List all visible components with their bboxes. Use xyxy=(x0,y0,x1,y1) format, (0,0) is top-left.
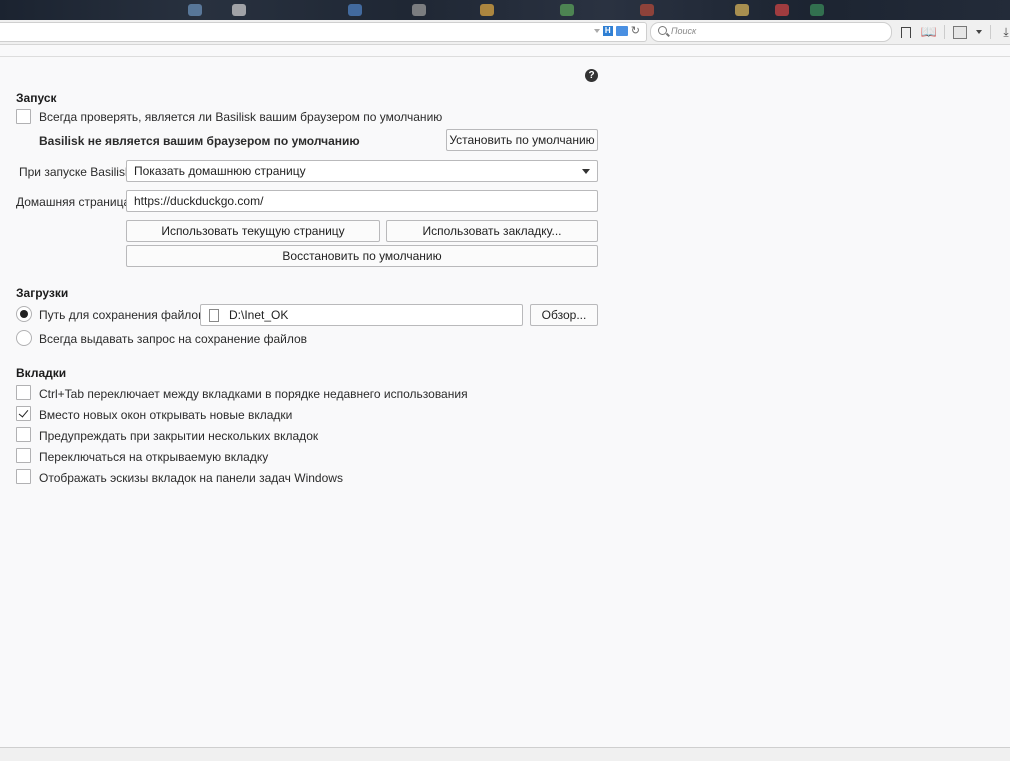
app-icon xyxy=(735,4,749,16)
download-folder-field[interactable]: D:\Inet_OK xyxy=(200,304,523,326)
switch-to-tab-checkbox[interactable] xyxy=(16,448,31,463)
toolbar-separator xyxy=(990,25,991,39)
check-default-browser-label[interactable]: Всегда проверять, является ли Basilisk в… xyxy=(39,110,442,124)
url-dropdown-icon[interactable] xyxy=(593,29,600,33)
help-icon[interactable]: ? xyxy=(585,69,598,82)
chevron-down-icon xyxy=(582,169,590,174)
tabs-section-title: Вкладки xyxy=(16,366,67,380)
app-icon xyxy=(640,4,654,16)
app-icon xyxy=(560,4,574,16)
search-icon xyxy=(658,26,667,35)
always-ask-label[interactable]: Всегда выдавать запрос на сохранение фай… xyxy=(39,332,307,346)
set-default-button[interactable]: Установить по умолчанию xyxy=(446,129,598,151)
toolbar-separator xyxy=(944,25,945,39)
open-new-tabs-checkbox[interactable] xyxy=(16,406,31,421)
on-startup-select[interactable]: Показать домашнюю страницу xyxy=(126,160,598,182)
check-default-browser-checkbox[interactable] xyxy=(16,109,31,124)
status-bar xyxy=(0,748,1010,761)
save-path-label[interactable]: Путь для сохранения файлов xyxy=(39,308,204,322)
app-icon xyxy=(232,4,246,16)
open-new-tabs-label[interactable]: Вместо новых окон открывать новые вкладк… xyxy=(39,408,292,422)
default-browser-status: Basilisk не является вашим браузером по … xyxy=(39,134,360,148)
switch-to-tab-label[interactable]: Переключаться на открываемую вкладку xyxy=(39,450,268,464)
app-icon xyxy=(412,4,426,16)
ctrl-tab-label[interactable]: Ctrl+Tab переключает между вкладками в п… xyxy=(39,387,468,401)
app-icon xyxy=(810,4,824,16)
warn-close-tabs-checkbox[interactable] xyxy=(16,427,31,442)
on-startup-label: При запуске Basilisk: xyxy=(19,165,135,179)
browse-button[interactable]: Обзор... xyxy=(530,304,598,326)
downloads-icon[interactable]: ⤓ xyxy=(998,24,1010,40)
save-path-radio[interactable] xyxy=(16,306,32,322)
homepage-input[interactable]: https://duckduckgo.com/ xyxy=(126,190,598,212)
addon-h-icon[interactable]: H xyxy=(602,26,613,36)
bookmarks-library-icon[interactable]: 📖 xyxy=(921,24,937,40)
url-bar-icons: H ↻ xyxy=(593,25,640,37)
app-icon xyxy=(348,4,362,16)
search-bar[interactable]: Поиск xyxy=(650,22,892,42)
warn-close-tabs-label[interactable]: Предупреждать при закрытии нескольких вк… xyxy=(39,429,318,443)
restore-default-button[interactable]: Восстановить по умолчанию xyxy=(126,245,598,267)
downloads-section-title: Загрузки xyxy=(16,286,69,300)
startup-section-title: Запуск xyxy=(16,91,57,105)
ctrl-tab-checkbox[interactable] xyxy=(16,385,31,400)
reload-icon[interactable]: ↻ xyxy=(631,25,640,37)
menu-dropdown-icon[interactable] xyxy=(975,24,983,40)
reader-icon[interactable] xyxy=(615,26,628,36)
always-ask-radio[interactable] xyxy=(16,330,32,346)
taskbar-previews-checkbox[interactable] xyxy=(16,469,31,484)
desktop-strip xyxy=(0,0,1010,20)
homepage-label: Домашняя страница: xyxy=(16,195,134,209)
bookmark-icon[interactable] xyxy=(898,24,914,42)
download-folder-value: D:\Inet_OK xyxy=(229,308,289,322)
app-icon xyxy=(480,4,494,16)
url-bar[interactable]: H ↻ xyxy=(0,22,647,42)
folder-icon xyxy=(209,309,219,322)
toolbar-icons: 📖 ⤓ xyxy=(898,24,1010,42)
app-icon xyxy=(775,4,789,16)
preferences-general-pane: ? Запуск Всегда проверять, является ли B… xyxy=(0,56,1010,749)
app-icon xyxy=(188,4,202,16)
taskbar-previews-label[interactable]: Отображать эскизы вкладок на панели зада… xyxy=(39,471,343,485)
sidebar-icon[interactable] xyxy=(952,24,968,40)
browser-toolbar: H ↻ Поиск 📖 ⤓ xyxy=(0,20,1010,45)
use-current-page-button[interactable]: Использовать текущую страницу xyxy=(126,220,380,242)
search-placeholder: Поиск xyxy=(671,26,697,36)
use-bookmark-button[interactable]: Использовать закладку... xyxy=(386,220,598,242)
on-startup-value: Показать домашнюю страницу xyxy=(134,164,306,178)
